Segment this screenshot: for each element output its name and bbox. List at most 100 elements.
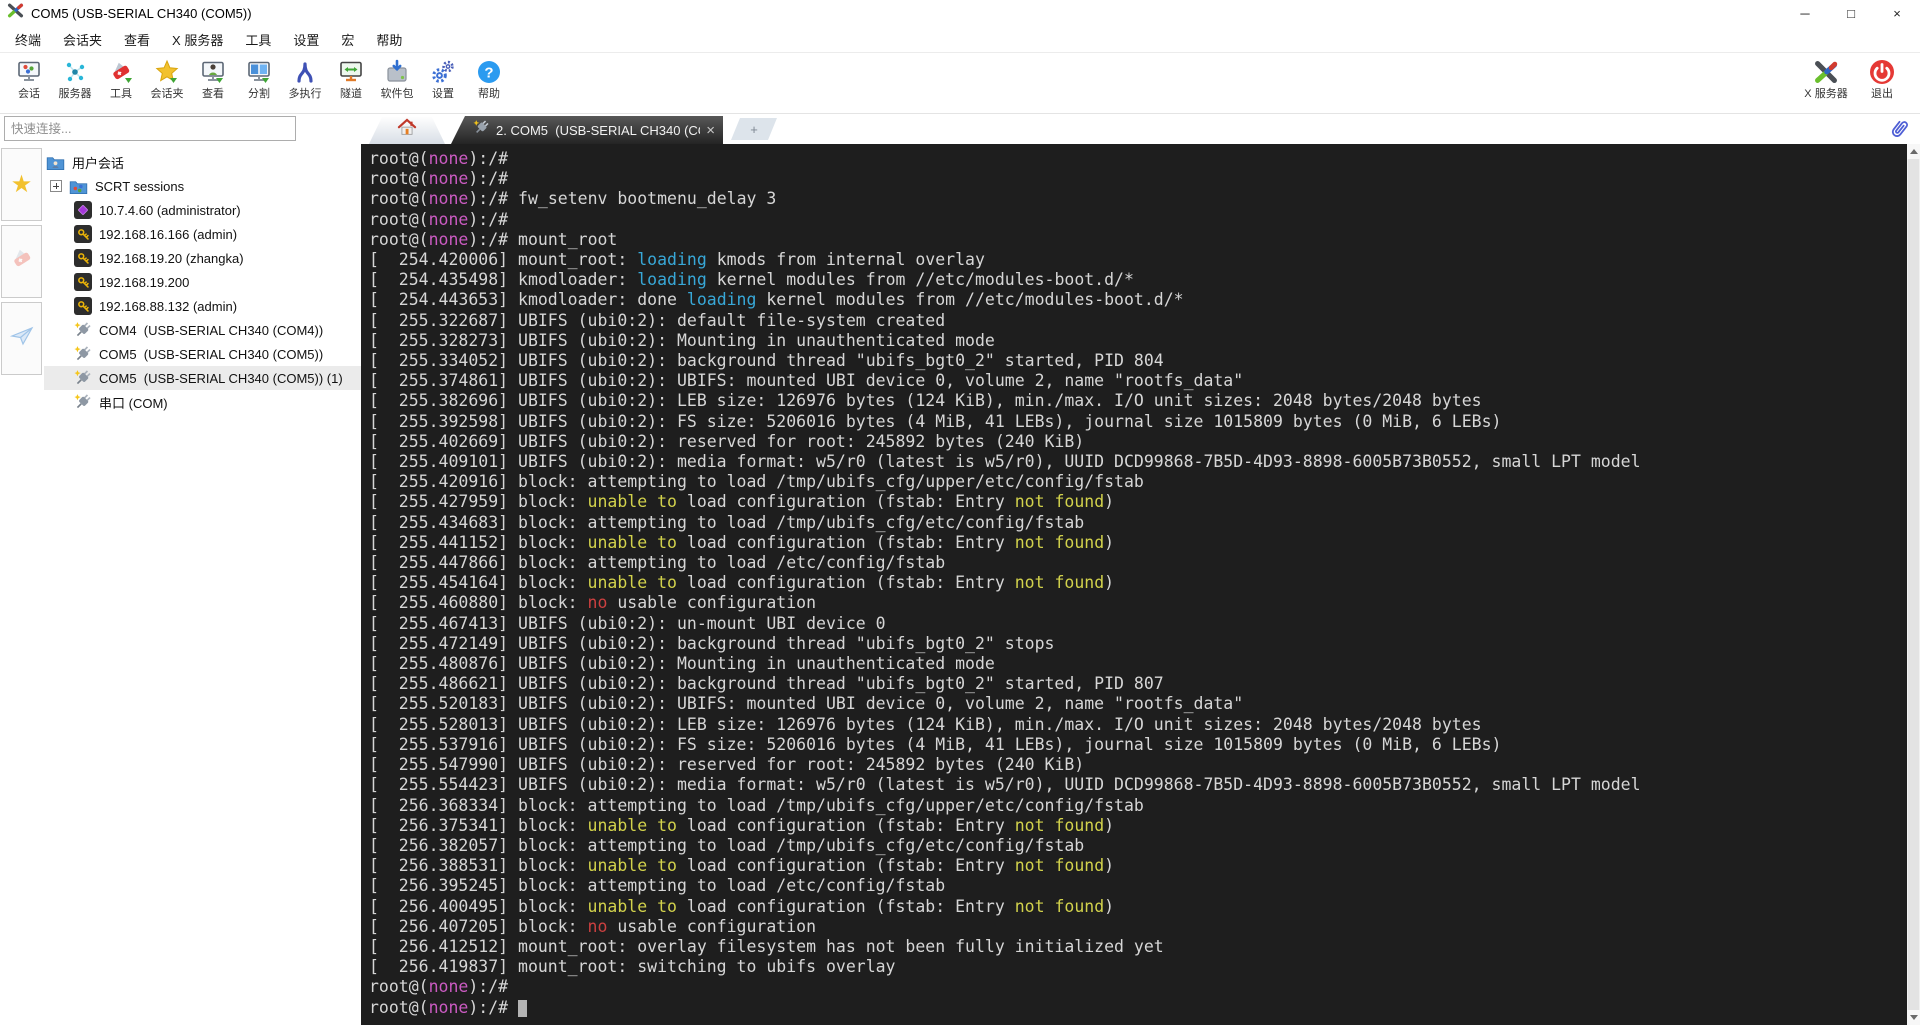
scroll-up-icon[interactable] — [1907, 144, 1920, 159]
terminal-line: [ 255.409101] UBIFS (ubi0:2): media form… — [369, 452, 1641, 472]
plane-icon — [9, 323, 35, 354]
terminal-line: [ 255.328273] UBIFS (ubi0:2): Mounting i… — [369, 330, 995, 350]
toolbar-exit-button[interactable]: 退出 — [1854, 55, 1910, 100]
terminal-line: [ 256.368334] block: attempting to load … — [369, 795, 1144, 815]
new-tab-button[interactable]: + — [731, 118, 777, 140]
toolbar-help-button[interactable]: ? 帮助 — [466, 55, 512, 100]
tab-active-label: 2. COM5 (USB-SERIAL CH340 (COM5)) — [496, 122, 700, 138]
toolbar-session-button[interactable]: 会话 — [6, 55, 52, 100]
session-item-0[interactable]: 用户会话 — [44, 150, 361, 174]
maximize-button[interactable]: □ — [1828, 0, 1874, 26]
toolbar-servers-button[interactable]: 服务器 — [52, 55, 98, 100]
close-button[interactable]: × — [1874, 0, 1920, 26]
terminal-line: [ 256.419837] mount_root: switching to u… — [369, 957, 896, 977]
toolbar-tunnel-button[interactable]: 隧道 — [328, 55, 374, 100]
main-area: ★ 用户会话 SCRT sessions 10.7.4.60 (administra… — [0, 144, 1920, 1025]
minimize-button[interactable]: ─ — [1782, 0, 1828, 26]
tab-bar: 2. COM5 (USB-SERIAL CH340 (COM5)) × + — [0, 114, 1920, 144]
tab-home[interactable] — [369, 117, 445, 144]
terminal-line: [ 255.486621] UBIFS (ubi0:2): background… — [369, 674, 1164, 694]
toolbar-packages-button[interactable]: 软件包 — [374, 55, 420, 100]
menu-item-5[interactable]: 设置 — [282, 27, 330, 52]
settings-icon — [429, 58, 457, 86]
terminal-scrollbar[interactable] — [1907, 144, 1920, 1025]
session-item-1[interactable]: SCRT sessions — [44, 174, 361, 198]
menu-item-2[interactable]: 查看 — [113, 27, 161, 52]
session-tree: 用户会话 SCRT sessions 10.7.4.60 (administrato… — [44, 150, 361, 414]
terminal-line: [ 255.374861] UBIFS (ubi0:2): UBIFS: mou… — [369, 371, 1244, 391]
scroll-down-icon[interactable] — [1907, 1010, 1920, 1025]
tools-tab[interactable] — [1, 225, 42, 298]
toolbar-tunnel-label: 隧道 — [340, 88, 362, 100]
terminal-line: [ 254.420006] mount_root: loading kmods … — [369, 250, 985, 270]
terminal-line: root@(none):/# mount_root — [369, 229, 618, 249]
toolbar-tools-button[interactable]: 工具 — [98, 55, 144, 100]
quick-connect-input[interactable] — [4, 116, 296, 141]
session-item-8[interactable]: COM5 (USB-SERIAL CH340 (COM5)) — [44, 342, 361, 366]
tab-close-icon[interactable]: × — [706, 123, 715, 138]
menu-item-0[interactable]: 终端 — [4, 27, 52, 52]
terminal-line: [ 255.441152] block: unable to load conf… — [369, 532, 1115, 552]
session-item-label: 192.168.19.20 (zhangka) — [99, 250, 244, 266]
session-item-label: 192.168.88.132 (admin) — [99, 298, 238, 314]
session-item-4[interactable]: 192.168.19.20 (zhangka) — [44, 246, 361, 270]
terminal-line: [ 256.382057] block: attempting to load … — [369, 835, 1085, 855]
menu-item-4[interactable]: 工具 — [234, 27, 282, 52]
terminal-line: [ 255.472149] UBIFS (ubi0:2): background… — [369, 633, 1055, 653]
toolbar-settings-label: 设置 — [432, 88, 454, 100]
key-icon — [74, 273, 92, 291]
terminal-line: [ 255.434683] block: attempting to load … — [369, 512, 1085, 532]
plug-icon — [74, 345, 92, 363]
toolbar-x-server-label: X 服务器 — [1804, 88, 1848, 100]
paperclip-icon[interactable] — [1886, 116, 1912, 147]
session-item-label: 10.7.4.60 (administrator) — [99, 202, 241, 218]
session-item-2[interactable]: 10.7.4.60 (administrator) — [44, 198, 361, 222]
home-icon — [396, 117, 418, 144]
toolbar: 会话 服务器 工具 会话夹 查看 分割 多执行 隧道 软件包 设置 ? 帮助 X 服务器 退出 — [0, 52, 1920, 114]
split-icon — [245, 58, 273, 86]
x-server-icon — [1812, 58, 1840, 86]
plug-icon — [473, 119, 490, 141]
session-item-6[interactable]: 192.168.88.132 (admin) — [44, 294, 361, 318]
session-item-10[interactable]: 串口 (COM) — [44, 390, 361, 414]
session-item-5[interactable]: 192.168.19.200 — [44, 270, 361, 294]
menu-item-7[interactable]: 帮助 — [365, 27, 413, 52]
macros-tab[interactable] — [1, 302, 42, 375]
expand-icon[interactable] — [50, 180, 62, 192]
menu-bar: 终端 会话夹 查看 X 服务器 工具 设置宏帮助 — [0, 26, 1920, 52]
toolbar-sessions-star-button[interactable]: 会话夹 — [144, 55, 190, 100]
terminal-line: [ 256.395245] block: attempting to load … — [369, 876, 946, 896]
menu-item-1[interactable]: 会话夹 — [52, 27, 113, 52]
toolbar-view-button[interactable]: 查看 — [190, 55, 236, 100]
toolbar-settings-button[interactable]: 设置 — [420, 55, 466, 100]
terminal-line: root@(none):/# — [369, 149, 509, 168]
toolbar-tools-label: 工具 — [110, 88, 132, 100]
terminal-line: [ 255.528013] UBIFS (ubi0:2): LEB size: … — [369, 714, 1482, 734]
terminal-line: [ 256.400495] block: unable to load conf… — [369, 896, 1115, 916]
svg-text:?: ? — [484, 65, 493, 82]
menu-item-6[interactable]: 宏 — [330, 27, 365, 52]
scrollbar-thumb[interactable] — [1908, 159, 1919, 1010]
session-item-7[interactable]: COM4 (USB-SERIAL CH340 (COM4)) — [44, 318, 361, 342]
terminal-line: [ 256.407205] block: no usable configura… — [369, 916, 817, 936]
session-item-label: 用户会话 — [72, 155, 125, 171]
knife-icon — [9, 246, 35, 277]
toolbar-x-server-button[interactable]: X 服务器 — [1798, 55, 1854, 100]
menu-item-3[interactable]: X 服务器 — [161, 27, 234, 52]
terminal-line: [ 255.480876] UBIFS (ubi0:2): Mounting i… — [369, 654, 995, 674]
toolbar-split-button[interactable]: 分割 — [236, 55, 282, 100]
toolbar-packages-label: 软件包 — [380, 88, 414, 100]
tab-active[interactable]: 2. COM5 (USB-SERIAL CH340 (COM5)) × — [451, 116, 723, 144]
toolbar-servers-label: 服务器 — [58, 88, 92, 100]
plug-icon — [74, 393, 92, 411]
toolbar-multiexec-button[interactable]: 多执行 — [282, 55, 328, 100]
key-icon — [74, 297, 92, 315]
session-item-3[interactable]: 192.168.16.166 (admin) — [44, 222, 361, 246]
sessions-tab[interactable]: ★ — [1, 148, 42, 221]
terminal-line: [ 255.460880] block: no usable configura… — [369, 593, 817, 613]
terminal[interactable]: root@(none):/# root@(none):/# root@(none):… — [361, 144, 1920, 1025]
terminal-line: [ 256.388531] block: unable to load conf… — [369, 856, 1115, 876]
session-item-9[interactable]: COM5 (USB-SERIAL CH340 (COM5)) (1) — [44, 366, 361, 390]
title-bar: COM5 (USB-SERIAL CH340 (COM5)) ─ □ × — [0, 0, 1920, 26]
toolbar-split-label: 分割 — [248, 88, 270, 100]
